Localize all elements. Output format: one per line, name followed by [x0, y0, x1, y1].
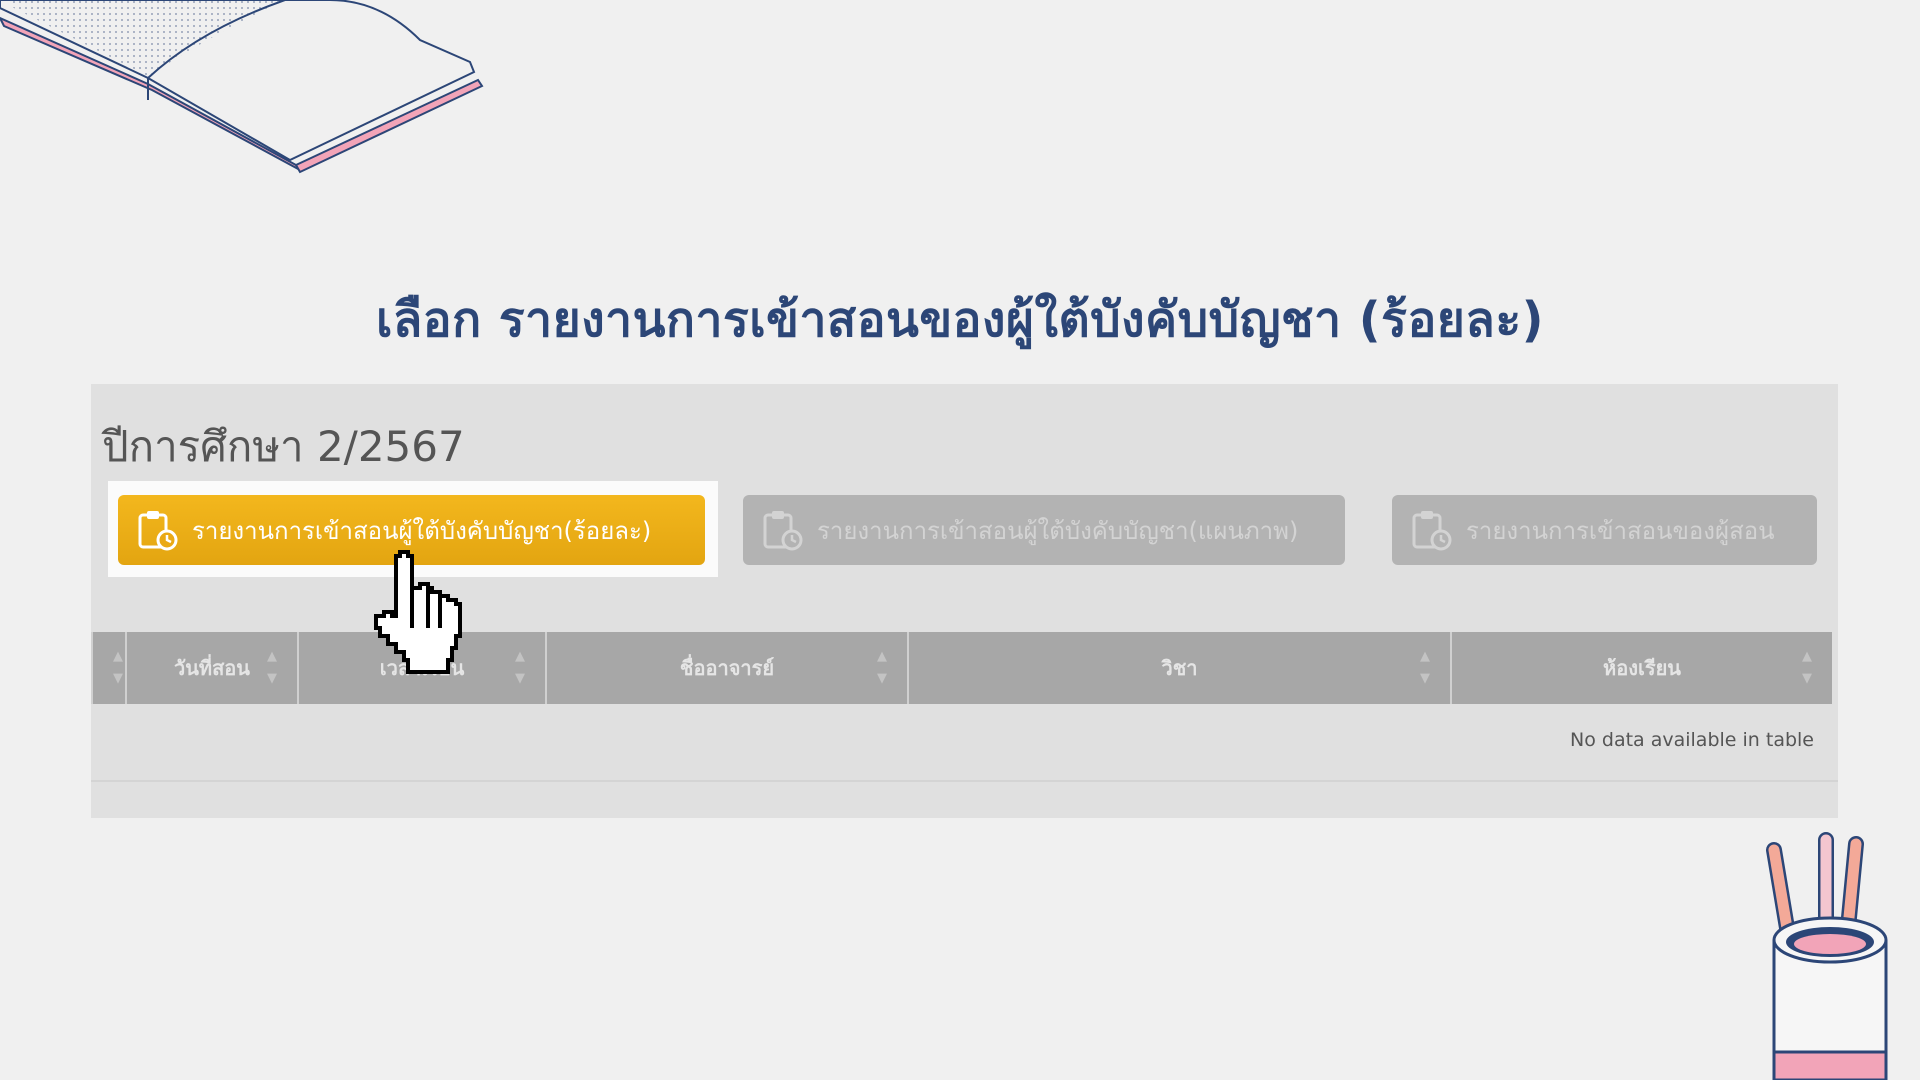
clipboard-clock-icon — [1412, 511, 1452, 551]
teacher-report-label: รายงานการเข้าสอนของผู้สอน — [1466, 516, 1775, 545]
column-header-index[interactable]: ▲ ▼ — [91, 632, 125, 704]
hand-pointer-cursor — [374, 550, 462, 674]
report-screenshot: ปีการศึกษา 2/2567 รายงานการเข้าสอนผู้ใต้… — [91, 384, 1838, 818]
teacher-report-button[interactable]: รายงานการเข้าสอนของผู้สอน — [1392, 495, 1817, 565]
sort-icon: ▲ ▼ — [267, 649, 277, 686]
sort-icon: ▲ ▼ — [1420, 649, 1430, 686]
sort-icon: ▲ ▼ — [113, 649, 123, 686]
open-book-illustration — [0, 0, 484, 174]
table-header: ▲▼ วันที่สอน ▲▼ เวลาเรียน ▲▼ ชื่ออาจารย์… — [91, 632, 1838, 704]
table-divider — [91, 780, 1838, 782]
sort-icon: ▲ ▼ — [1802, 649, 1812, 686]
table-empty-message: No data available in table — [1570, 729, 1814, 751]
report-chart-label: รายงานการเข้าสอนผู้ใต้บังคับบัญชา(แผนภาพ… — [817, 516, 1299, 545]
column-header-subject[interactable]: วิชา ▲ ▼ — [907, 632, 1450, 704]
column-header-teacher[interactable]: ชื่ออาจารย์ ▲ ▼ — [545, 632, 907, 704]
sort-icon: ▲ ▼ — [515, 649, 525, 686]
clipboard-clock-icon — [138, 511, 178, 551]
clipboard-clock-icon — [763, 511, 803, 551]
pencil-cup-illustration — [1766, 832, 1888, 1080]
academic-year-title: ปีการศึกษา 2/2567 — [102, 422, 465, 471]
report-percent-label: รายงานการเข้าสอนผู้ใต้บังคับบัญชา(ร้อยละ… — [192, 516, 652, 545]
sort-icon: ▲ ▼ — [877, 649, 887, 686]
instruction-headline: เลือก รายงานการเข้าสอนของผู้ใต้บังคับบัญ… — [375, 292, 1545, 348]
column-header-date[interactable]: วันที่สอน ▲ ▼ — [125, 632, 297, 704]
report-chart-button[interactable]: รายงานการเข้าสอนผู้ใต้บังคับบัญชา(แผนภาพ… — [743, 495, 1345, 565]
column-header-classroom[interactable]: ห้องเรียน ▲ ▼ — [1450, 632, 1832, 704]
